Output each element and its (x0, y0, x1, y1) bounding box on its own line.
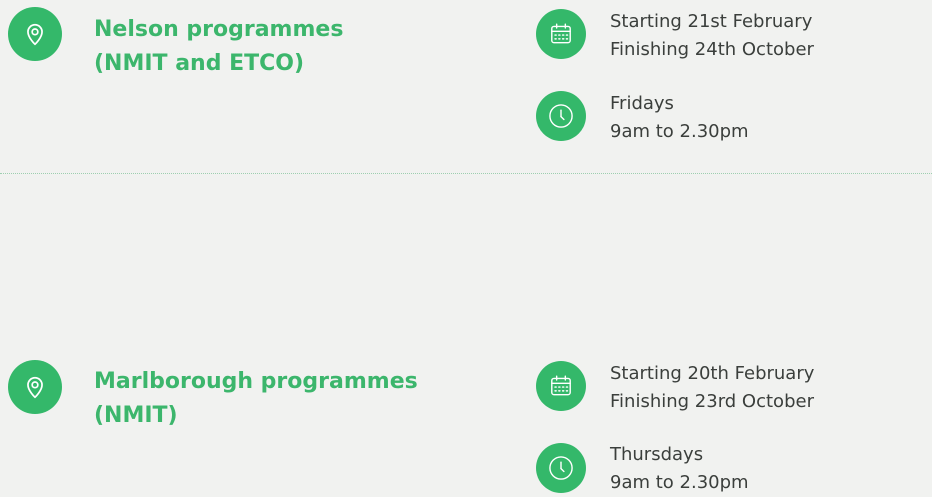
programme-schedule-list: Nelson programmes (NMIT and ETCO) Starti… (0, 0, 932, 493)
programme-title: Nelson programmes (NMIT and ETCO) (94, 13, 454, 81)
programme-dates: Starting 21st February Finishing 24th Oc… (610, 8, 925, 64)
schedule-day-text: Thursdays (610, 444, 704, 465)
clock-icon (536, 443, 586, 493)
finish-date-text: Finishing 23rd October (610, 391, 814, 412)
schedule-day-text: Fridays (610, 93, 674, 114)
programme-row-nelson: Nelson programmes (NMIT and ETCO) Starti… (0, 0, 932, 174)
programme-title-line: Marlborough programmes (94, 369, 418, 394)
programme-title: Marlborough programmes (NMIT) (94, 365, 454, 433)
programme-schedule: Fridays 9am to 2.30pm (610, 90, 925, 146)
start-date-text: Starting 21st February (610, 11, 813, 32)
programme-title-line: (NMIT) (94, 403, 178, 428)
finish-date-text: Finishing 24th October (610, 39, 814, 60)
programme-dates: Starting 20th February Finishing 23rd Oc… (610, 360, 925, 416)
programme-title-line: Nelson programmes (94, 17, 344, 42)
map-pin-icon (8, 360, 62, 414)
calendar-icon (536, 361, 586, 411)
map-pin-icon (8, 7, 62, 61)
clock-icon (536, 91, 586, 141)
calendar-icon (536, 9, 586, 59)
programme-row-marlborough: Marlborough programmes (NMIT) Starting 2… (0, 174, 932, 493)
start-date-text: Starting 20th February (610, 363, 815, 384)
schedule-time-text: 9am to 2.30pm (610, 121, 749, 142)
schedule-time-text: 9am to 2.30pm (610, 472, 749, 493)
programme-schedule: Thursdays 9am to 2.30pm (610, 441, 925, 497)
programme-title-line: (NMIT and ETCO) (94, 51, 305, 76)
